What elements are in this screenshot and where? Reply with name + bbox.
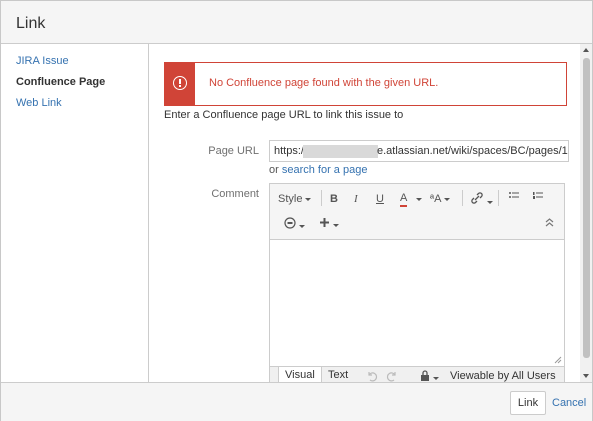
underline-button[interactable]: U: [376, 193, 384, 205]
tab-text[interactable]: Text: [322, 367, 354, 382]
search-for-page-link[interactable]: search for a page: [282, 164, 368, 176]
visibility-label[interactable]: Viewable by All Users: [450, 370, 556, 382]
chevron-down-icon: [299, 224, 305, 228]
link-dropdown[interactable]: [470, 191, 493, 208]
scroll-down-arrow-icon[interactable]: [583, 374, 589, 378]
redo-button[interactable]: [386, 370, 398, 382]
numbered-list-icon: [533, 192, 543, 199]
comment-editor: Style B I U A ªA Visual Text Viewable by…: [269, 183, 565, 382]
scroll-up-arrow-icon[interactable]: [583, 48, 589, 52]
sidebar-item-confluence-page[interactable]: Confluence Page: [16, 76, 105, 88]
error-message: No Confluence page found with the given …: [164, 62, 567, 106]
tab-visual[interactable]: Visual: [278, 366, 322, 382]
link-icon: [471, 192, 483, 204]
dialog-title: Link: [16, 15, 46, 32]
dialog-header: Link: [1, 1, 592, 44]
error-icon: [165, 63, 195, 105]
comment-textarea[interactable]: [270, 240, 564, 366]
text-color-dropdown[interactable]: [413, 193, 422, 205]
style-label: Style: [278, 193, 303, 205]
visibility-lock-dropdown[interactable]: [420, 370, 439, 382]
page-url-input[interactable]: https:// e.atlassian.net/wiki/spaces/BC/…: [269, 140, 569, 162]
page-url-label: Page URL: [208, 145, 259, 157]
cancel-link[interactable]: Cancel: [552, 397, 586, 409]
redo-icon: [386, 372, 396, 382]
style-dropdown[interactable]: Style: [278, 193, 312, 205]
search-prefix: or: [269, 164, 279, 176]
chevron-down-icon: [487, 200, 493, 204]
scrollbar-thumb[interactable]: [583, 58, 590, 358]
italic-button[interactable]: I: [354, 193, 358, 205]
toolbar-divider: [321, 190, 322, 206]
content-scrollbar[interactable]: [580, 44, 592, 382]
link-button[interactable]: Link: [510, 391, 546, 415]
emoticon-dropdown[interactable]: [284, 217, 305, 232]
comment-label: Comment: [211, 188, 259, 200]
bullet-list-icon: [509, 192, 519, 198]
plus-icon: [320, 218, 329, 227]
emoticon-icon: [284, 217, 296, 229]
chevron-down-icon: [433, 376, 439, 380]
editor-tabs: Visual Text Viewable by All Users: [270, 366, 564, 382]
toolbar-divider: [498, 190, 499, 206]
collapse-toolbar-button[interactable]: [545, 218, 554, 230]
bullet-list-button[interactable]: [508, 191, 520, 206]
toolbar-divider: [462, 190, 463, 206]
format-label: ªA: [430, 193, 442, 205]
resize-handle-icon[interactable]: [554, 356, 562, 364]
insert-dropdown[interactable]: [319, 217, 339, 231]
numbered-list-button[interactable]: [532, 191, 544, 206]
intro-text: Enter a Confluence page URL to link this…: [164, 109, 404, 121]
lock-icon: [421, 370, 429, 381]
content-panel: No Confluence page found with the given …: [149, 44, 579, 382]
chevron-down-icon: [305, 197, 312, 201]
error-text: No Confluence page found with the given …: [209, 77, 439, 89]
dialog-footer: Link Cancel: [1, 382, 592, 421]
sidebar: JIRA Issue Confluence Page Web Link: [1, 44, 149, 382]
undo-icon: [368, 372, 378, 382]
redacted-text: [303, 145, 378, 158]
undo-button[interactable]: [366, 370, 378, 382]
chevron-down-icon: [444, 197, 451, 201]
text-color-button[interactable]: A: [400, 192, 408, 207]
format-dropdown[interactable]: ªA: [430, 193, 451, 205]
editor-toolbar: Style B I U A ªA: [270, 184, 564, 240]
page-url-value-suffix: e.atlassian.net/wiki/spaces/BC/pages/19: [377, 145, 569, 157]
search-row: or search for a page: [269, 164, 367, 176]
chevron-down-icon: [333, 223, 339, 227]
chevron-down-icon: [416, 197, 422, 201]
sidebar-item-web-link[interactable]: Web Link: [16, 97, 62, 109]
bold-button[interactable]: B: [330, 193, 338, 205]
link-dialog: Link JIRA Issue Confluence Page Web Link…: [0, 0, 593, 421]
sidebar-item-jira-issue[interactable]: JIRA Issue: [16, 55, 69, 67]
double-chevron-up-icon: [545, 218, 554, 227]
